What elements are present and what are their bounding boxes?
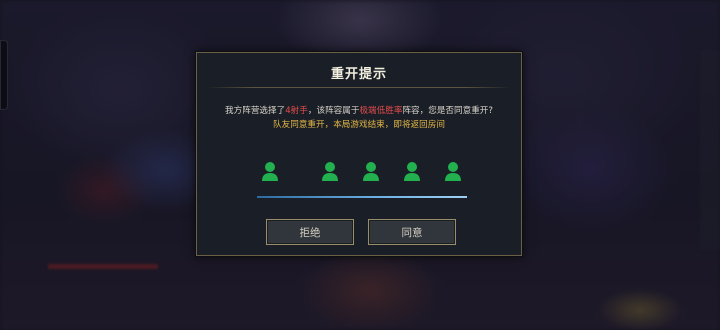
dialog-title: 重开提示	[330, 67, 387, 82]
reject-button[interactable]: 拒绝	[266, 219, 354, 245]
restart-message: 我方阵营选择了4射手，该阵容属于极端低胜率阵容，您是否同意重开?	[197, 104, 521, 116]
player-vote-list	[197, 161, 523, 183]
restart-dialog: 重开提示 我方阵营选择了4射手，该阵容属于极端低胜率阵容，您是否同意重开? 队友…	[196, 52, 522, 256]
player-agreed-icon	[402, 161, 422, 183]
message-text-3: 阵容，您是否同意重开?	[402, 106, 493, 116]
vote-progress-line	[257, 196, 467, 198]
player-agreed-icon	[361, 161, 381, 183]
player-agreed-icon	[260, 161, 280, 183]
title-divider	[207, 87, 511, 88]
player-agreed-icon	[443, 161, 463, 183]
agree-button[interactable]: 同意	[368, 219, 456, 245]
message-text-1: 我方阵营选择了	[225, 106, 286, 116]
message-text-2: ，该阵容属于	[307, 106, 360, 116]
player-agreed-icon	[320, 161, 340, 183]
message-highlight-winrate: 极端低胜率	[359, 106, 403, 116]
restart-notice: 队友同意重开，本局游戏结束，即将返回房间	[273, 120, 445, 130]
message-highlight-lineup: 4射手	[285, 106, 308, 116]
